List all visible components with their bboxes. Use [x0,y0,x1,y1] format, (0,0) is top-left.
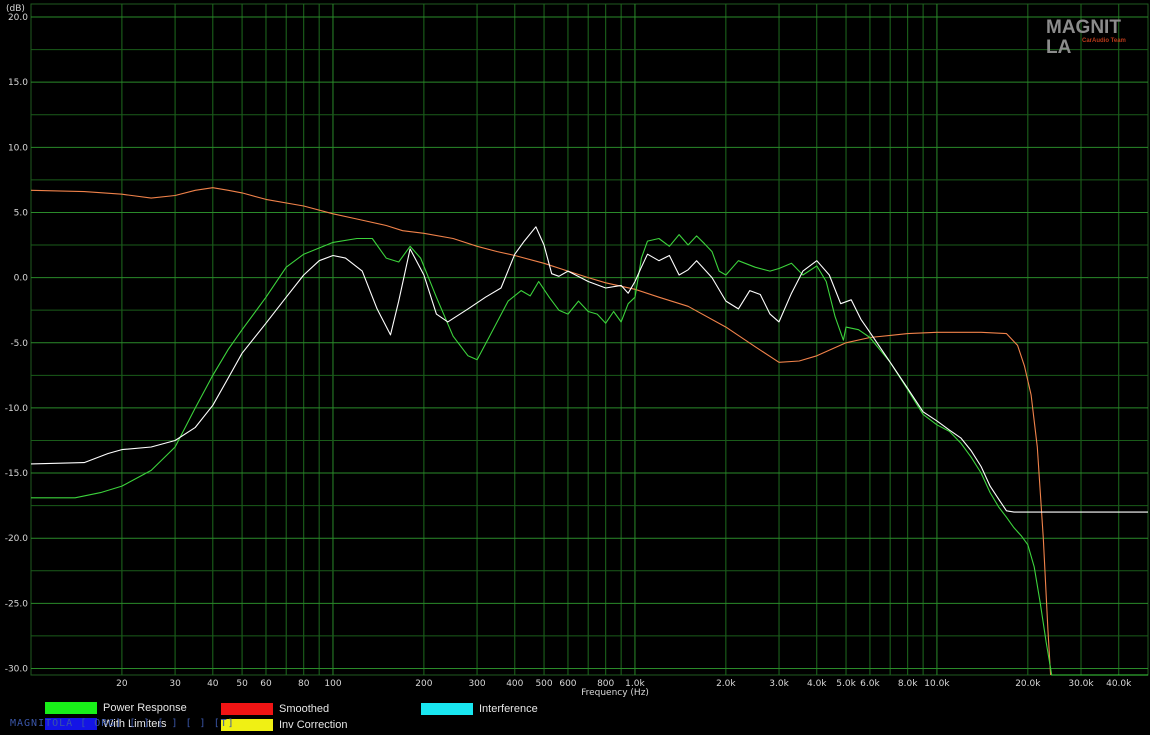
legend: Power Response With Limiters Smoothed In… [0,698,1150,735]
x-tick-label: 20.0k [1015,679,1041,689]
legend-item-power-response: Power Response [45,701,187,715]
x-tick-label: 30.0k [1068,679,1094,689]
legend-swatch [45,702,97,714]
y-tick-label: -15.0 [5,469,29,479]
series-lines [30,187,1148,676]
logo-tagline: CarAudio Team [1082,38,1126,44]
y-tick-label: -25.0 [5,599,29,609]
x-axis-label: Frequency (Hz) [581,688,649,698]
legend-swatch [421,703,473,715]
x-tick-label: 60 [260,679,272,689]
x-tick-label: 20 [116,679,128,689]
y-tick-label: -10.0 [5,404,29,414]
y-tick-label: -20.0 [5,534,29,544]
x-tick-label: 6.0k [860,679,880,689]
x-tick-label: 80 [298,679,310,689]
magnitola-logo: MAGNIT LA CarAudio Team [1046,18,1136,58]
watermark-text: MAGNITOLA [ ORG] [ ] [ ] [ ] [T] [10,718,235,729]
legend-item-inv-correction: Inv Correction [221,718,347,732]
legend-item-smoothed: Smoothed [221,702,329,716]
grid [30,3,1149,676]
x-tick-label: 400 [506,679,523,689]
legend-label: Smoothed [279,703,330,715]
x-tick-label: 600 [559,679,576,689]
series-line-inv-correction [30,187,1052,676]
legend-label: Inv Correction [279,719,348,731]
y-tick-label: 0.0 [14,274,29,284]
y-tick-label: 20.0 [8,13,28,23]
x-tick-label: 8.0k [898,679,918,689]
x-tick-label: 200 [415,679,432,689]
x-tick-label: 50 [236,679,248,689]
plot-frame [30,3,1149,676]
x-tick-label: 10.0k [924,679,950,689]
legend-swatch [221,703,273,715]
y-tick-label: 5.0 [14,208,29,218]
y-tick-labels: 20.0 15.0 10.0 5.0 0.0 -5.0 -10.0 -15.0 -20.0 -25… [5,13,29,674]
x-tick-label: 40 [207,679,219,689]
x-tick-label: 300 [468,679,485,689]
legend-item-interference: Interference [421,702,538,716]
x-tick-label: 500 [535,679,552,689]
y-tick-label: -30.0 [5,664,29,674]
y-axis-unit: (dB) [6,4,25,14]
legend-label: Power Response [103,702,187,714]
y-tick-label: 10.0 [8,143,28,153]
x-tick-label: 30 [169,679,181,689]
x-tick-label: 3.0k [769,679,789,689]
series-line-unnamed-2 [30,226,1148,513]
x-tick-label: 4.0k [807,679,827,689]
x-tick-label: 100 [324,679,341,689]
y-tick-label: 15.0 [8,78,28,88]
x-tick-label: 40.0k [1106,679,1132,689]
y-tick-label: -5.0 [10,339,28,349]
x-tick-label: 5.0k [836,679,856,689]
frequency-response-chart: 20.0 15.0 10.0 5.0 0.0 -5.0 -10.0 -15.0 -20.0 -25… [5,3,1149,698]
series-line-power-response [31,234,1148,676]
x-tick-label: 2.0k [716,679,736,689]
legend-label: Interference [479,703,538,715]
